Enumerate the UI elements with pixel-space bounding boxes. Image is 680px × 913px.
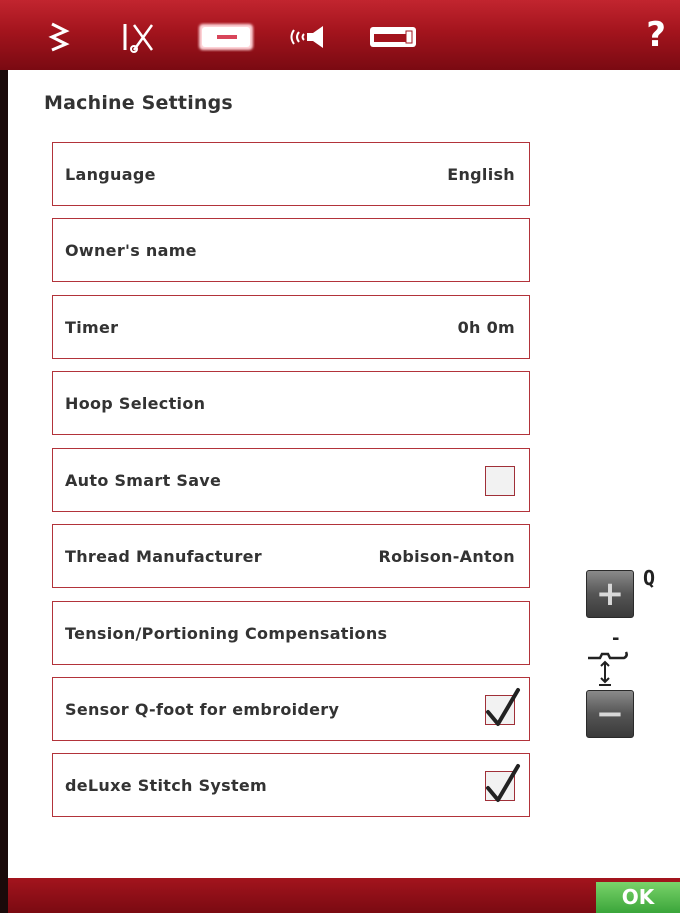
top-toolbar: ? (0, 0, 680, 70)
help-button[interactable]: ? (646, 10, 666, 60)
checkmark-icon (486, 688, 520, 726)
q-foot-label: Q (643, 566, 656, 590)
plus-icon: + (595, 574, 625, 614)
sensor-q-foot-row: Sensor Q-foot for embroidery (52, 677, 530, 741)
owner-name-label: Owner's name (65, 241, 197, 260)
language-label: Language (65, 165, 156, 184)
thread-manufacturer-label: Thread Manufacturer (65, 547, 262, 566)
auto-smart-save-checkbox[interactable] (485, 466, 515, 496)
tension-compensation-row[interactable]: Tension/Portioning Compensations (52, 601, 530, 665)
thread-manufacturer-row[interactable]: Thread Manufacturer Robison-Anton (52, 524, 530, 588)
sensor-q-foot-label: Sensor Q-foot for embroidery (65, 700, 340, 719)
owner-name-row[interactable]: Owner's name (52, 218, 530, 282)
deluxe-stitch-row: deLuxe Stitch System (52, 753, 530, 817)
left-edge (0, 70, 8, 913)
sensor-q-foot-checkbox[interactable] (485, 688, 520, 726)
language-value: English (447, 165, 515, 184)
thread-scissors-icon[interactable] (118, 18, 162, 56)
machine-settings-icon[interactable] (196, 18, 256, 56)
presser-foot-lower-button[interactable]: − (586, 690, 634, 738)
timer-label: Timer (65, 318, 119, 337)
timer-value: 0h 0m (457, 318, 515, 337)
minus-label: - (612, 628, 620, 649)
timer-row[interactable]: Timer 0h 0m (52, 295, 530, 359)
ok-button[interactable]: OK (596, 882, 680, 913)
stitch-menu-icon[interactable] (44, 18, 74, 56)
deluxe-stitch-label: deLuxe Stitch System (65, 776, 268, 795)
machine-info-icon[interactable] (366, 18, 420, 56)
auto-smart-save-row: Auto Smart Save (52, 448, 530, 512)
sound-settings-icon[interactable] (286, 18, 330, 56)
presser-foot-icon (588, 651, 628, 686)
presser-foot-raise-button[interactable]: + (586, 570, 634, 618)
hoop-selection-row[interactable]: Hoop Selection (52, 371, 530, 435)
tension-compensation-label: Tension/Portioning Compensations (65, 624, 388, 643)
bottom-bar (8, 878, 680, 913)
hoop-selection-label: Hoop Selection (65, 394, 206, 413)
thread-manufacturer-value: Robison-Anton (378, 547, 515, 566)
checkmark-icon (486, 764, 520, 802)
minus-icon: − (595, 694, 625, 734)
auto-smart-save-label: Auto Smart Save (65, 471, 222, 490)
page-title: Machine Settings (44, 92, 233, 114)
deluxe-stitch-checkbox[interactable] (485, 764, 520, 802)
language-row[interactable]: Language English (52, 142, 530, 206)
